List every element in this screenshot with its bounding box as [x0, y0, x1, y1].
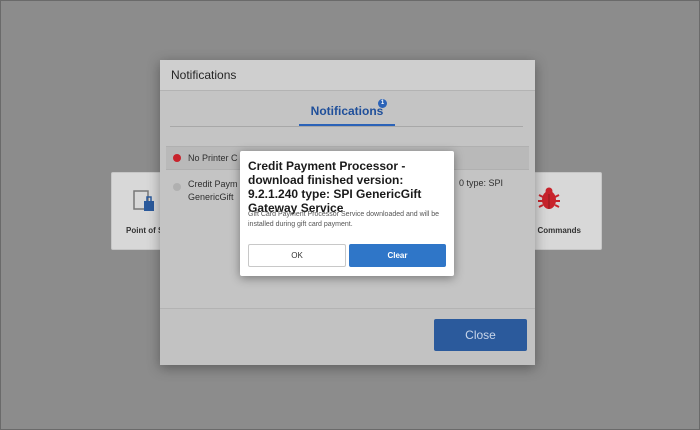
notifications-tabs: Notifications 1 [160, 91, 535, 127]
notification-text: No Printer C [188, 153, 238, 163]
clear-button[interactable]: Clear [349, 244, 446, 267]
tile-label: g Commands [530, 226, 581, 235]
close-button[interactable]: Close [434, 319, 527, 351]
status-dot-icon [173, 154, 181, 162]
notification-text-tail: 0 type: SPI [458, 178, 503, 188]
point-of-sale-tile[interactable]: Point of S [111, 172, 165, 250]
register-icon [130, 187, 160, 220]
status-dot-icon [173, 183, 181, 191]
debug-commands-tile[interactable]: g Commands [530, 172, 602, 250]
dialog-footer: Close [160, 308, 535, 365]
tab-divider [170, 126, 523, 127]
tab-label: Notifications [310, 104, 384, 118]
notification-text: Credit Paym GenericGift [188, 179, 238, 202]
modal-message: Gift Card Payment Processor Service down… [248, 211, 440, 228]
dialog-title: Notifications [160, 60, 535, 91]
tab-notifications[interactable]: Notifications 1 [299, 99, 395, 126]
modal-title: Credit Payment Processor - download fini… [248, 159, 422, 215]
download-finished-modal: Credit Payment Processor - download fini… [240, 151, 454, 276]
tile-label: Point of S [126, 226, 164, 235]
bug-icon [535, 185, 563, 218]
notification-count-badge: 1 [378, 99, 387, 108]
ok-button[interactable]: OK [248, 244, 346, 267]
